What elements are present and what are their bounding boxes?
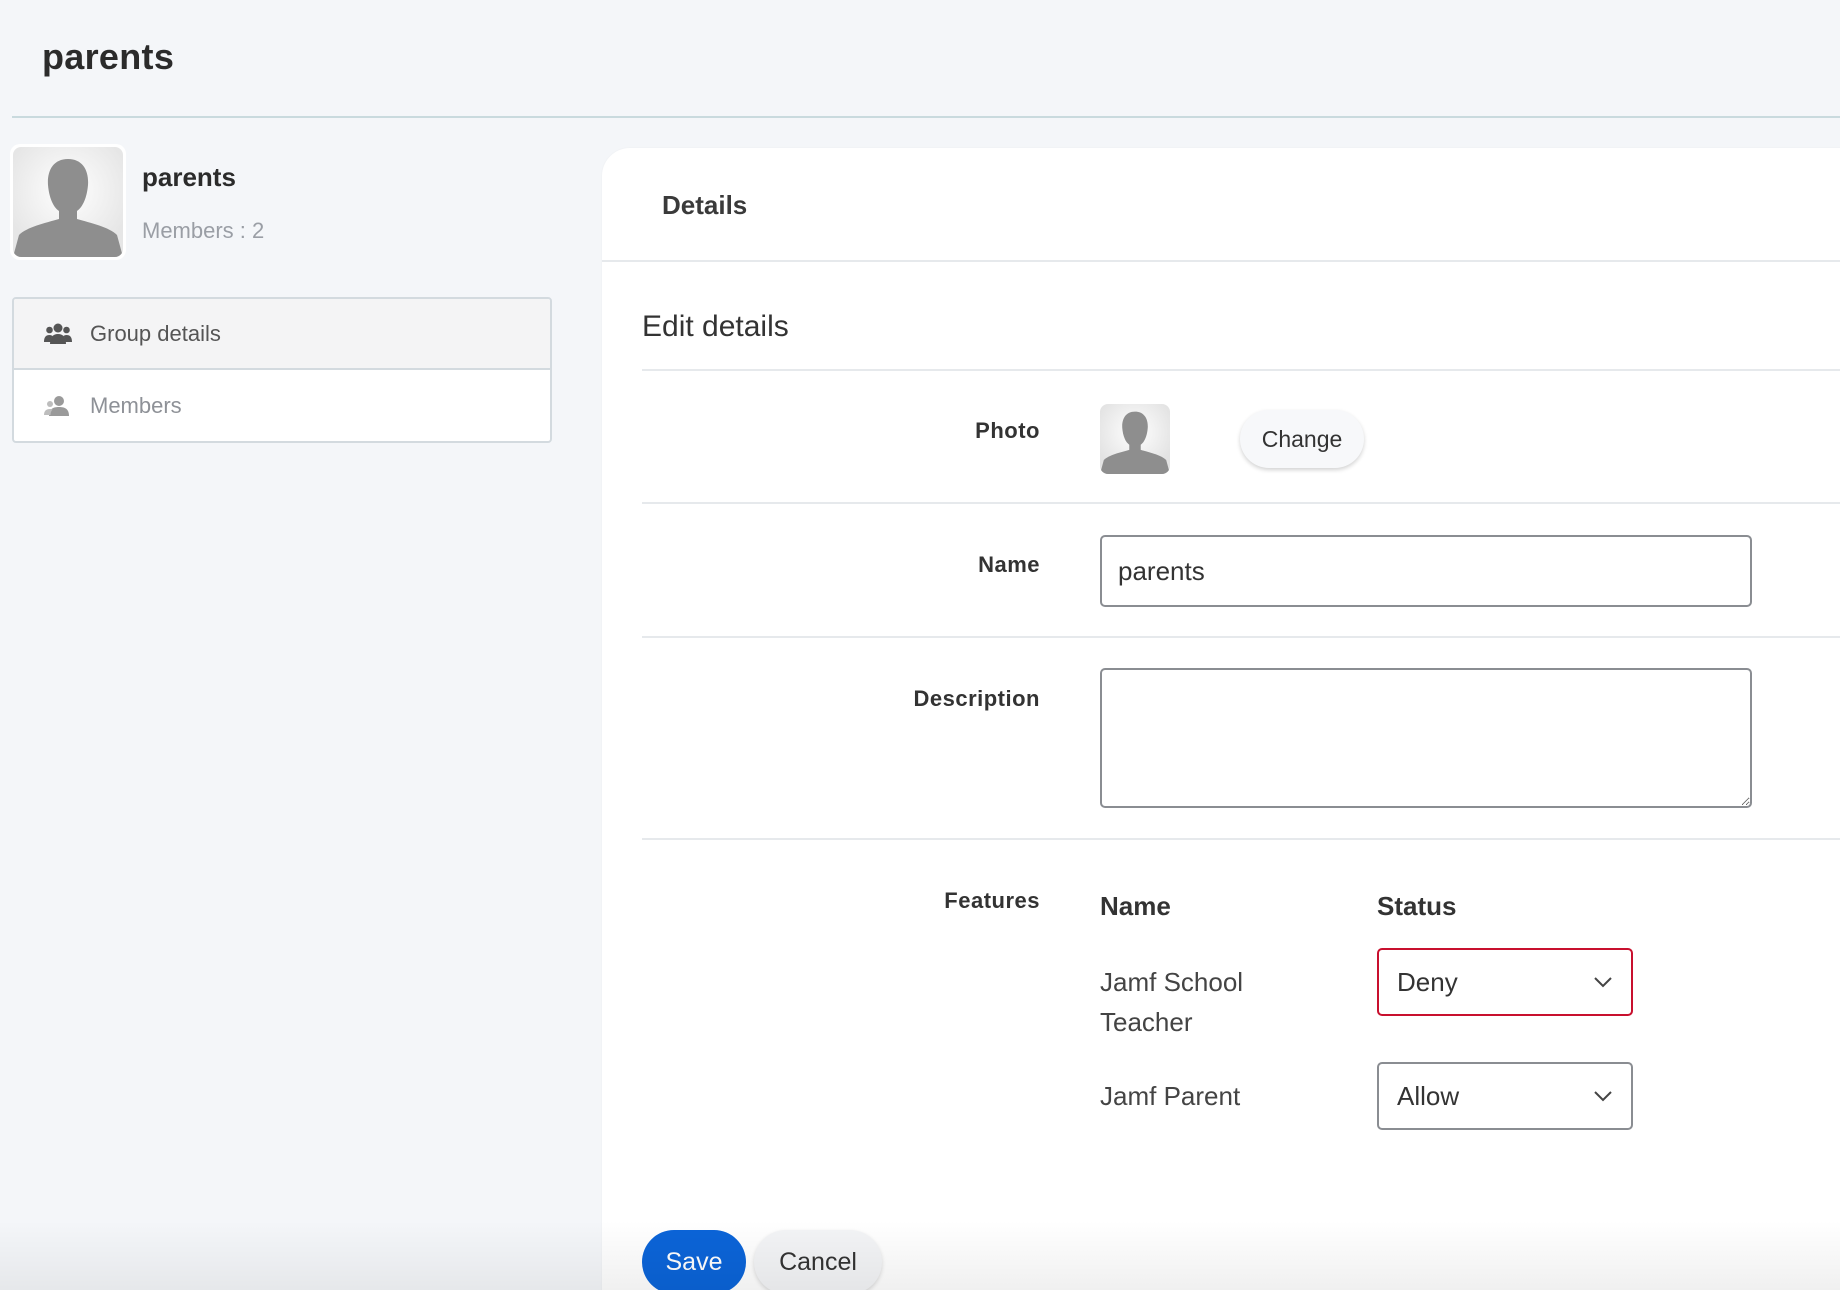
person-silhouette-icon (1100, 411, 1170, 474)
feature-name: Jamf School Teacher (1100, 967, 1244, 1037)
section-divider (642, 369, 1840, 371)
save-button[interactable]: Save (642, 1230, 746, 1290)
sidebar-item-label: Group details (90, 320, 221, 346)
cancel-button[interactable]: Cancel (754, 1230, 882, 1290)
group-icon (44, 322, 72, 346)
features-col-name: Name (1100, 891, 1171, 921)
change-photo-button[interactable]: Change (1240, 410, 1364, 468)
panel-header-title: Details (662, 189, 748, 220)
description-textarea[interactable] (1100, 668, 1752, 808)
panel-header: Details (602, 148, 1840, 262)
feature-name: Jamf Parent (1100, 1081, 1241, 1111)
photo-thumbnail (1100, 404, 1170, 474)
chevron-down-icon (1594, 1091, 1612, 1102)
header-divider (12, 116, 1840, 118)
section-divider (642, 838, 1840, 840)
feature-status-value: Deny (1397, 966, 1458, 997)
section-divider (642, 502, 1840, 504)
group-members-count: Members : 2 (142, 218, 265, 243)
member-icon (44, 394, 72, 418)
feature-status-value: Allow (1397, 1080, 1460, 1111)
name-input[interactable] (1100, 535, 1752, 607)
section-divider (642, 636, 1840, 638)
group-name: parents (142, 162, 236, 192)
description-label: Description (913, 686, 1040, 711)
feature-status-select[interactable]: Allow (1377, 1062, 1633, 1130)
group-avatar (10, 144, 126, 260)
features-col-status: Status (1377, 891, 1457, 921)
sidebar-item-members[interactable]: Members (14, 370, 550, 441)
photo-label: Photo (975, 418, 1040, 443)
section-title: Edit details (642, 310, 789, 343)
features-label: Features (944, 888, 1040, 913)
side-nav: Group details Members (12, 297, 552, 443)
chevron-down-icon (1594, 977, 1612, 988)
sidebar-item-group-details[interactable]: Group details (14, 299, 550, 370)
person-silhouette-icon (13, 159, 123, 257)
main-panel: Details Edit details Photo Change Name D… (602, 148, 1840, 1290)
sidebar-item-label: Members (90, 392, 182, 418)
feature-status-select[interactable]: Deny (1377, 948, 1633, 1016)
name-label: Name (978, 552, 1040, 577)
page-title: parents (42, 36, 175, 77)
